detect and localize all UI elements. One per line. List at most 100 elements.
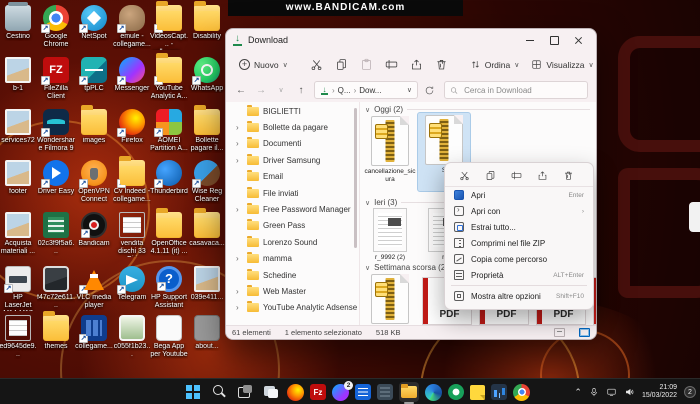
sidebar-item[interactable]: ›YouTube Analytic Adsense [226, 300, 359, 316]
notesapp-taskbar-icon[interactable] [355, 384, 371, 400]
desktop-icon[interactable]: ↗Thunderbird [150, 160, 188, 196]
desktop-icon[interactable]: themes [37, 315, 75, 351]
recent-locations-button[interactable]: ∨ [274, 86, 288, 94]
sidebar-scrollbar[interactable] [354, 108, 357, 248]
group-header-today[interactable]: ∨ Oggi (2) [365, 105, 590, 114]
view-button[interactable]: Visualizza ∨ [526, 56, 597, 73]
messenger-taskbar-icon[interactable]: 2 [332, 384, 349, 401]
share-quick-button[interactable] [535, 168, 549, 182]
desktop-icon[interactable]: casavaca... [188, 212, 226, 248]
monitor-taskbar-icon[interactable] [491, 384, 507, 400]
desktop-icon[interactable]: ↗tpPLC [75, 57, 113, 93]
sidebar-item[interactable]: ›Documenti [226, 136, 359, 152]
desktop-icon[interactable]: 039e411... [188, 266, 226, 302]
calculator-taskbar-icon[interactable] [377, 384, 393, 400]
greenapp-taskbar-icon[interactable] [448, 384, 464, 400]
desktop-icon[interactable]: Bollette pagare il... [188, 109, 226, 153]
file-tile-pdf1[interactable]: r_9992 (2) [363, 208, 417, 262]
microphone-icon[interactable] [589, 387, 599, 397]
breadcrumb-item[interactable]: Dow... [359, 86, 381, 95]
desktop-icon[interactable]: Bega App per Youtube [150, 315, 188, 359]
desktop-icon[interactable]: ↗Bandicam [75, 212, 113, 248]
back-button[interactable]: ← [234, 85, 248, 96]
menu-item[interactable]: ProprietàALT+Enter [445, 267, 593, 283]
desktop-icon[interactable]: ed9645de9... [0, 315, 37, 359]
copy-button[interactable] [330, 55, 353, 74]
sidebar-item[interactable]: ›Driver Samsung [226, 152, 359, 168]
file-tile-zip1[interactable]: cancellazione_sicura [363, 114, 417, 183]
close-button[interactable] [566, 32, 590, 48]
delete-button[interactable] [430, 55, 453, 74]
desktop-icon[interactable]: Acquista materiali ... [0, 212, 37, 256]
desktop-icon[interactable]: ↗Firefox [113, 109, 151, 145]
desktop-icon[interactable]: ↗OpenVPN Connect [75, 160, 113, 204]
breadcrumb-item[interactable]: Q... [338, 86, 351, 95]
file-tile-zip3[interactable] [363, 272, 417, 324]
chrome-taskbar-icon[interactable] [513, 384, 530, 401]
clock[interactable]: 21:09 15/03/2022 [642, 384, 677, 400]
desktop-icon[interactable]: 02c3f9f5a6... [37, 212, 75, 256]
display-cast-icon[interactable] [606, 387, 617, 397]
sidebar-item[interactable]: Email [226, 169, 359, 185]
speaker-icon[interactable] [624, 387, 635, 397]
notification-badge[interactable]: 2 [684, 386, 696, 398]
desktop-icon[interactable]: ↗Wise Reg Cleaner [188, 160, 226, 204]
desktop-icon[interactable]: images [75, 109, 113, 145]
desktop-icon[interactable]: Disability [188, 5, 226, 41]
details-view-toggle[interactable] [554, 328, 565, 337]
sidebar-item[interactable]: Schedine [226, 267, 359, 283]
desktop-icon[interactable]: ↗collegame... [75, 315, 113, 351]
menu-item[interactable]: Apri con› [445, 203, 593, 219]
sidebar-item[interactable]: ›Bollette da pagare [226, 119, 359, 135]
tray-overflow-chevron-icon[interactable]: ⌃ [574, 387, 582, 398]
filezilla-taskbar-icon[interactable]: Fz [310, 384, 326, 400]
desktop-icon[interactable]: ↗Google Chrome [37, 5, 75, 49]
cut-button[interactable] [305, 55, 328, 74]
desktop-icon[interactable]: ↗VLC media player [75, 266, 113, 310]
desktop-icon[interactable]: footer [0, 160, 37, 196]
desktop-icon[interactable]: Cestino [0, 5, 37, 41]
edge-taskbar-icon[interactable] [425, 384, 442, 401]
desktop-icon[interactable]: OpenOffice 4.1.11 (it) ... [150, 212, 188, 256]
refresh-button[interactable] [424, 85, 438, 96]
new-button[interactable]: + Nuovo ∨ [234, 56, 293, 73]
desktop-icon[interactable]: about... [188, 315, 226, 351]
copy-quick-button[interactable] [483, 168, 497, 182]
firefox-taskbar-icon[interactable] [287, 384, 304, 401]
sidebar-item[interactable]: Green Pass [226, 218, 359, 234]
rename-quick-button[interactable] [509, 168, 523, 182]
desktop-icon[interactable]: ↗AOMEI Partition A... [150, 109, 188, 153]
desktop-icon[interactable]: services72 [0, 109, 37, 145]
search-taskbar-icon[interactable] [209, 382, 229, 402]
forward-button[interactable]: → [254, 85, 268, 96]
start-taskbar-icon[interactable] [183, 382, 203, 402]
desktop-icon[interactable]: ↗Cv Indeed - collegame... [113, 160, 151, 204]
sort-button[interactable]: Ordina ∨ [465, 56, 525, 73]
desktop-icon[interactable]: c055f1b23... [113, 315, 151, 359]
breadcrumb[interactable]: ↓ › Q... › Dow... ∨ [314, 81, 418, 99]
search-box[interactable] [444, 81, 588, 99]
desktop-icon[interactable]: ↗WhatsApp [188, 57, 226, 93]
sidebar-item[interactable]: BIGLIETTI [226, 103, 359, 119]
desktop-icon[interactable]: f47c72e611... [37, 266, 75, 310]
menu-item[interactable]: ApriEnter [445, 187, 593, 203]
desktop-icon[interactable]: b-1 [0, 57, 37, 93]
sidebar-item[interactable]: File inviati [226, 185, 359, 201]
collapse-chevron-icon[interactable]: ∨ [365, 199, 370, 207]
sidebar-item[interactable]: Lorenzo Sound [226, 234, 359, 250]
sidebar-item[interactable]: ›mamma [226, 251, 359, 267]
desktop-icon[interactable]: ↗VideosCapt... - collegam... [150, 5, 188, 50]
icons-view-toggle[interactable] [579, 328, 590, 337]
sidebar-item[interactable]: ›Web Master [226, 283, 359, 299]
desktop-icon[interactable]: ↗Driver Easy [37, 160, 75, 196]
menu-item[interactable]: Estrai tutto... [445, 219, 593, 235]
cut-quick-button[interactable] [457, 168, 471, 182]
taskview-taskbar-icon[interactable] [235, 382, 255, 402]
desktop-icon[interactable]: ↗emule - collegame... [113, 5, 151, 49]
sticky-taskbar-icon[interactable] [470, 385, 485, 400]
desktop-icon[interactable]: FZ↗FileZilla Client [37, 57, 75, 101]
maximize-button[interactable] [542, 32, 566, 48]
paste-button[interactable] [355, 55, 378, 74]
desktop-icon[interactable]: ↗Telegram [113, 266, 151, 302]
desktop-icon[interactable]: ↗YouTube Analytic A... [150, 57, 188, 101]
